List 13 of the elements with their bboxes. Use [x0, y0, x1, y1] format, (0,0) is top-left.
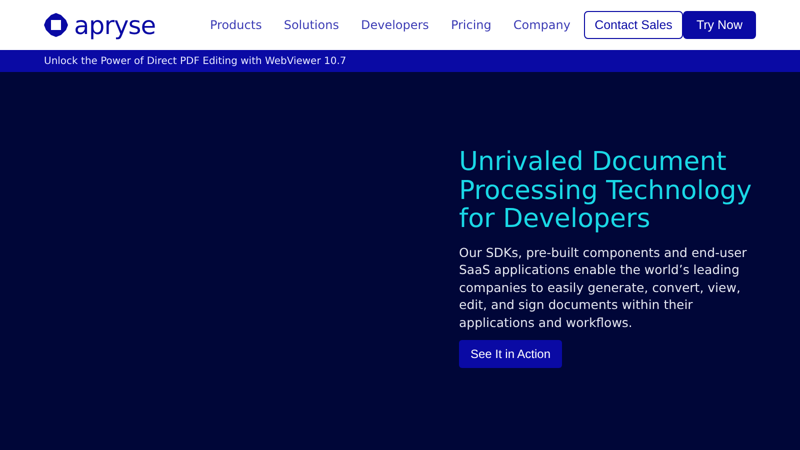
hero-heading: Unrivaled Document Processing Technology for Developers [459, 148, 753, 234]
logo-text[interactable]: apryse [74, 10, 156, 40]
nav-link[interactable]: Developers [360, 18, 429, 32]
nav-link[interactable]: Company [513, 18, 570, 32]
hero-description: Our SDKs, pre-built components and end-user SaaS applications enable the world’s leading companies to easily generate, convert, view, edit, and sign documents within their applications and workflows. [459, 244, 748, 331]
logo-icon [44, 13, 68, 37]
try-now-button[interactable]: Try Now [683, 11, 756, 39]
nav-link[interactable]: Pricing [450, 18, 492, 32]
nav-link[interactable]: Products [210, 18, 262, 32]
announcement-link[interactable]: Unlock the Power of Direct PDF Editing with WebViewer 10.7 [44, 56, 346, 66]
nav-link[interactable]: Solutions [284, 18, 339, 32]
cta-button[interactable]: See It in Action [459, 340, 562, 368]
contact-button[interactable]: Contact Sales [584, 11, 683, 39]
